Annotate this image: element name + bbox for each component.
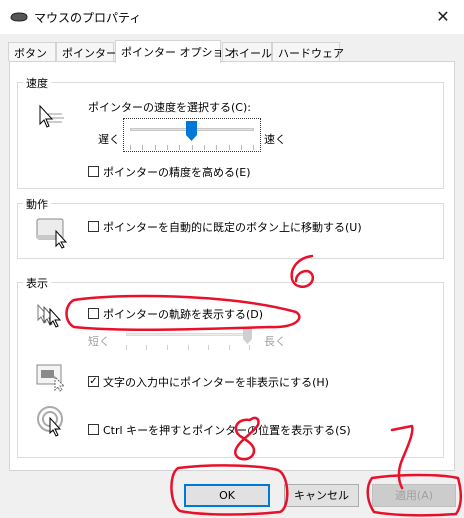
window-title: マウスのプロパティ: [34, 11, 142, 25]
speed-fast-label: 速く: [264, 133, 286, 146]
tab-label: ボタン: [14, 47, 47, 60]
precision-checkbox[interactable]: [88, 166, 99, 177]
close-icon: ✕: [436, 7, 450, 26]
mouse-icon: [10, 12, 28, 22]
tab-label: ポインター オプション: [121, 46, 235, 59]
tab-pointer-options[interactable]: ポインター オプション: [115, 40, 235, 63]
slider-track: [126, 333, 250, 336]
slider-ticks: [126, 345, 250, 350]
ok-button[interactable]: OK: [184, 484, 270, 507]
snap-to-button-icon: [36, 218, 68, 249]
speed-select-label: ポインターの速度を選択する(C):: [88, 101, 251, 114]
trails-short-label: 短く: [88, 335, 110, 348]
slider-ticks: [130, 145, 254, 150]
tab-label: ハードウェア: [278, 47, 344, 60]
tab-label: ポインター: [62, 47, 117, 60]
snap-label: ポインターを自動的に既定のボタン上に移動する(U): [103, 221, 362, 234]
cancel-button[interactable]: キャンセル: [284, 484, 359, 507]
speed-slow-label: 遅く: [98, 133, 120, 146]
snap-group-label: 動作: [23, 196, 51, 212]
pointer-speed-icon: [39, 104, 64, 128]
tab-buttons[interactable]: ボタン: [8, 42, 56, 61]
speed-slider-thumb[interactable]: [186, 121, 197, 142]
precision-label: ポインターの精度を高める(E): [103, 166, 251, 179]
checkmark-icon: ✓: [89, 376, 98, 387]
snap-checkbox[interactable]: [88, 221, 99, 232]
pointer-trails-icon: [37, 303, 62, 328]
trails-checkbox[interactable]: [88, 308, 99, 319]
close-button[interactable]: ✕: [430, 4, 456, 30]
pointer-speed-slider[interactable]: [123, 118, 261, 152]
title-bar: マウスのプロパティ ✕: [0, 0, 464, 34]
hide-pointer-icon: [36, 364, 66, 392]
visibility-group-label: 表示: [23, 275, 51, 291]
apply-button[interactable]: 適用(A): [372, 484, 456, 507]
locate-pointer-icon: [37, 406, 63, 437]
speed-group-label: 速度: [23, 75, 51, 91]
trails-length-slider[interactable]: [126, 327, 256, 351]
hide-while-typing-label: 文字の入力中にポインターを非表示にする(H): [103, 376, 329, 389]
ctrl-locate-checkbox[interactable]: [88, 424, 99, 435]
tab-hardware[interactable]: ハードウェア: [272, 42, 344, 61]
trails-label: ポインターの軌跡を表示する(D): [103, 308, 264, 321]
hide-while-typing-checkbox[interactable]: ✓: [88, 376, 99, 387]
tab-label: ホイール: [228, 47, 272, 60]
trails-long-label: 長く: [264, 335, 286, 348]
ctrl-locate-label: Ctrl キーを押すとポインターの位置を表示する(S): [103, 424, 351, 437]
tab-pointers[interactable]: ポインター: [56, 42, 117, 61]
trails-slider-thumb[interactable]: [243, 327, 252, 345]
